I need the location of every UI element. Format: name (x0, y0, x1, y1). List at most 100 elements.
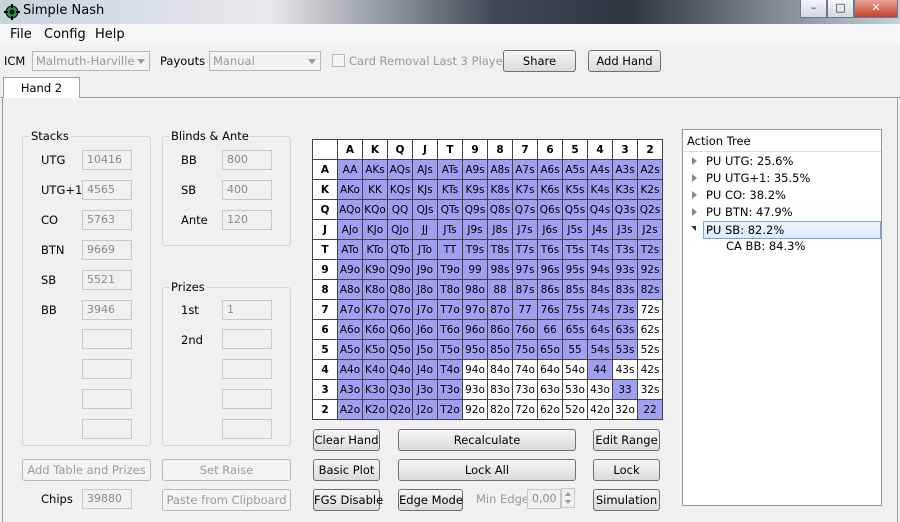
hand-cell[interactable]: 65s (562, 319, 588, 340)
hand-cell[interactable]: QJs (412, 199, 438, 220)
hand-cell[interactable]: 83o (487, 379, 513, 400)
hand-cell[interactable]: 94o (462, 359, 488, 380)
hand-cell[interactable]: T3s (612, 239, 638, 260)
hand-cell[interactable]: JTs (437, 219, 463, 240)
expand-arrow-icon[interactable] (692, 208, 697, 216)
hand-cell[interactable]: 64o (537, 359, 563, 380)
hand-cell[interactable]: J6s (537, 219, 563, 240)
tree-item-utg1[interactable]: PU UTG+1: 35.5% (706, 170, 810, 186)
hand-cell[interactable]: K3o (362, 379, 388, 400)
hand-cell[interactable]: 87o (487, 299, 513, 320)
hand-cell[interactable]: J6o (412, 319, 438, 340)
hand-cell[interactable]: A8o (337, 279, 363, 300)
hand-cell[interactable]: AJs (412, 159, 438, 180)
hand-cell[interactable]: 62o (537, 399, 563, 420)
hand-cell[interactable]: KQs (387, 179, 413, 200)
hand-cell[interactable]: 92s (637, 259, 663, 280)
hand-cell[interactable]: ATs (437, 159, 463, 180)
stack-field-co[interactable]: 5763 (82, 210, 132, 230)
hand-cell[interactable]: T9s (462, 239, 488, 260)
hand-cell[interactable]: 44 (587, 359, 613, 380)
stack-field-empty[interactable] (82, 389, 132, 409)
add-hand-button[interactable]: Add Hand (588, 50, 661, 72)
hand-cell[interactable]: J2o (412, 399, 438, 420)
hand-cell[interactable]: 95s (562, 259, 588, 280)
hand-cell[interactable]: 66 (537, 319, 563, 340)
min-edge-spinner[interactable] (561, 488, 575, 508)
stack-field-utg[interactable]: 10416 (82, 150, 132, 170)
hand-cell[interactable]: 86o (487, 319, 513, 340)
hand-cell[interactable]: 84o (487, 359, 513, 380)
hand-cell[interactable]: 54o (562, 359, 588, 380)
hand-cell[interactable]: AKs (362, 159, 388, 180)
hand-cell[interactable]: K6o (362, 319, 388, 340)
hand-cell[interactable]: Q9s (462, 199, 488, 220)
recalculate-button[interactable]: Recalculate (398, 429, 576, 451)
hand-cell[interactable]: QTo (387, 239, 413, 260)
hand-cell[interactable]: 84s (587, 279, 613, 300)
stack-field-bb[interactable]: 3946 (82, 300, 132, 320)
hand-cell[interactable]: 72o (512, 399, 538, 420)
spin-up-icon[interactable] (565, 492, 571, 496)
hand-cell[interactable]: 85s (562, 279, 588, 300)
hand-cell[interactable]: T2s (637, 239, 663, 260)
hand-cell[interactable]: T4s (587, 239, 613, 260)
hand-cell[interactable]: 76o (512, 319, 538, 340)
blind-field-sb[interactable]: 400 (222, 180, 272, 200)
hand-cell[interactable]: 43o (587, 379, 613, 400)
hand-cell[interactable]: K9s (462, 179, 488, 200)
hand-cell[interactable]: 83s (612, 279, 638, 300)
hand-cell[interactable]: K5s (562, 179, 588, 200)
hand-cell[interactable]: 82o (487, 399, 513, 420)
hand-cell[interactable]: K5o (362, 339, 388, 360)
hand-cell[interactable]: 52o (562, 399, 588, 420)
hand-cell[interactable]: 76s (537, 299, 563, 320)
minimize-button[interactable]: – (800, 0, 827, 18)
hand-cell[interactable]: 99 (462, 259, 488, 280)
hand-cell[interactable]: J4o (412, 359, 438, 380)
hand-cell[interactable]: 88 (487, 279, 513, 300)
expand-arrow-icon[interactable] (692, 174, 697, 182)
hand-cell[interactable]: Q5s (562, 199, 588, 220)
hand-cell[interactable]: 32s (637, 379, 663, 400)
hand-cell[interactable]: J5s (562, 219, 588, 240)
hand-cell[interactable]: J4s (587, 219, 613, 240)
maximize-button[interactable]: □ (827, 0, 854, 18)
hand-cell[interactable]: QJo (387, 219, 413, 240)
hand-cell[interactable]: AJo (337, 219, 363, 240)
hand-cell[interactable]: 52s (637, 339, 663, 360)
fgs-disable-button[interactable]: FGS Disable (313, 489, 383, 511)
hand-cell[interactable]: KJs (412, 179, 438, 200)
hand-cell[interactable]: Q6o (387, 319, 413, 340)
hand-cell[interactable]: K2s (637, 179, 663, 200)
hand-cell[interactable]: K4s (587, 179, 613, 200)
hand-cell[interactable]: KQo (362, 199, 388, 220)
set-raise-button[interactable]: Set Raise (162, 459, 291, 481)
hand-cell[interactable]: T4o (437, 359, 463, 380)
hand-cell[interactable]: 97o (462, 299, 488, 320)
hand-cell[interactable]: AA (337, 159, 363, 180)
tree-item-bb[interactable]: CA BB: 84.3% (726, 238, 805, 254)
hand-cell[interactable]: T8s (487, 239, 513, 260)
hand-cell[interactable]: T9o (437, 259, 463, 280)
hand-cell[interactable]: J3o (412, 379, 438, 400)
hand-cell[interactable]: J8s (487, 219, 513, 240)
hand-cell[interactable]: 92o (462, 399, 488, 420)
hand-cell[interactable]: Q3s (612, 199, 638, 220)
hand-cell[interactable]: J7o (412, 299, 438, 320)
collapse-arrow-icon[interactable] (691, 226, 696, 231)
hand-cell[interactable]: 95o (462, 339, 488, 360)
expand-arrow-icon[interactable] (692, 191, 697, 199)
hand-cell[interactable]: A5s (562, 159, 588, 180)
hand-cell[interactable]: 73o (512, 379, 538, 400)
blind-field-ante[interactable]: 120 (222, 210, 272, 230)
lock-button[interactable]: Lock (593, 459, 660, 481)
menu-help[interactable]: Help (95, 27, 125, 42)
close-button[interactable]: ✕ (854, 0, 898, 18)
hand-cell[interactable]: 96s (537, 259, 563, 280)
hand-cell[interactable]: QTs (437, 199, 463, 220)
hand-cell[interactable]: 82s (637, 279, 663, 300)
hand-cell[interactable]: 85o (487, 339, 513, 360)
hand-cell[interactable]: TT (437, 239, 463, 260)
lock-all-button[interactable]: Lock All (398, 459, 576, 481)
